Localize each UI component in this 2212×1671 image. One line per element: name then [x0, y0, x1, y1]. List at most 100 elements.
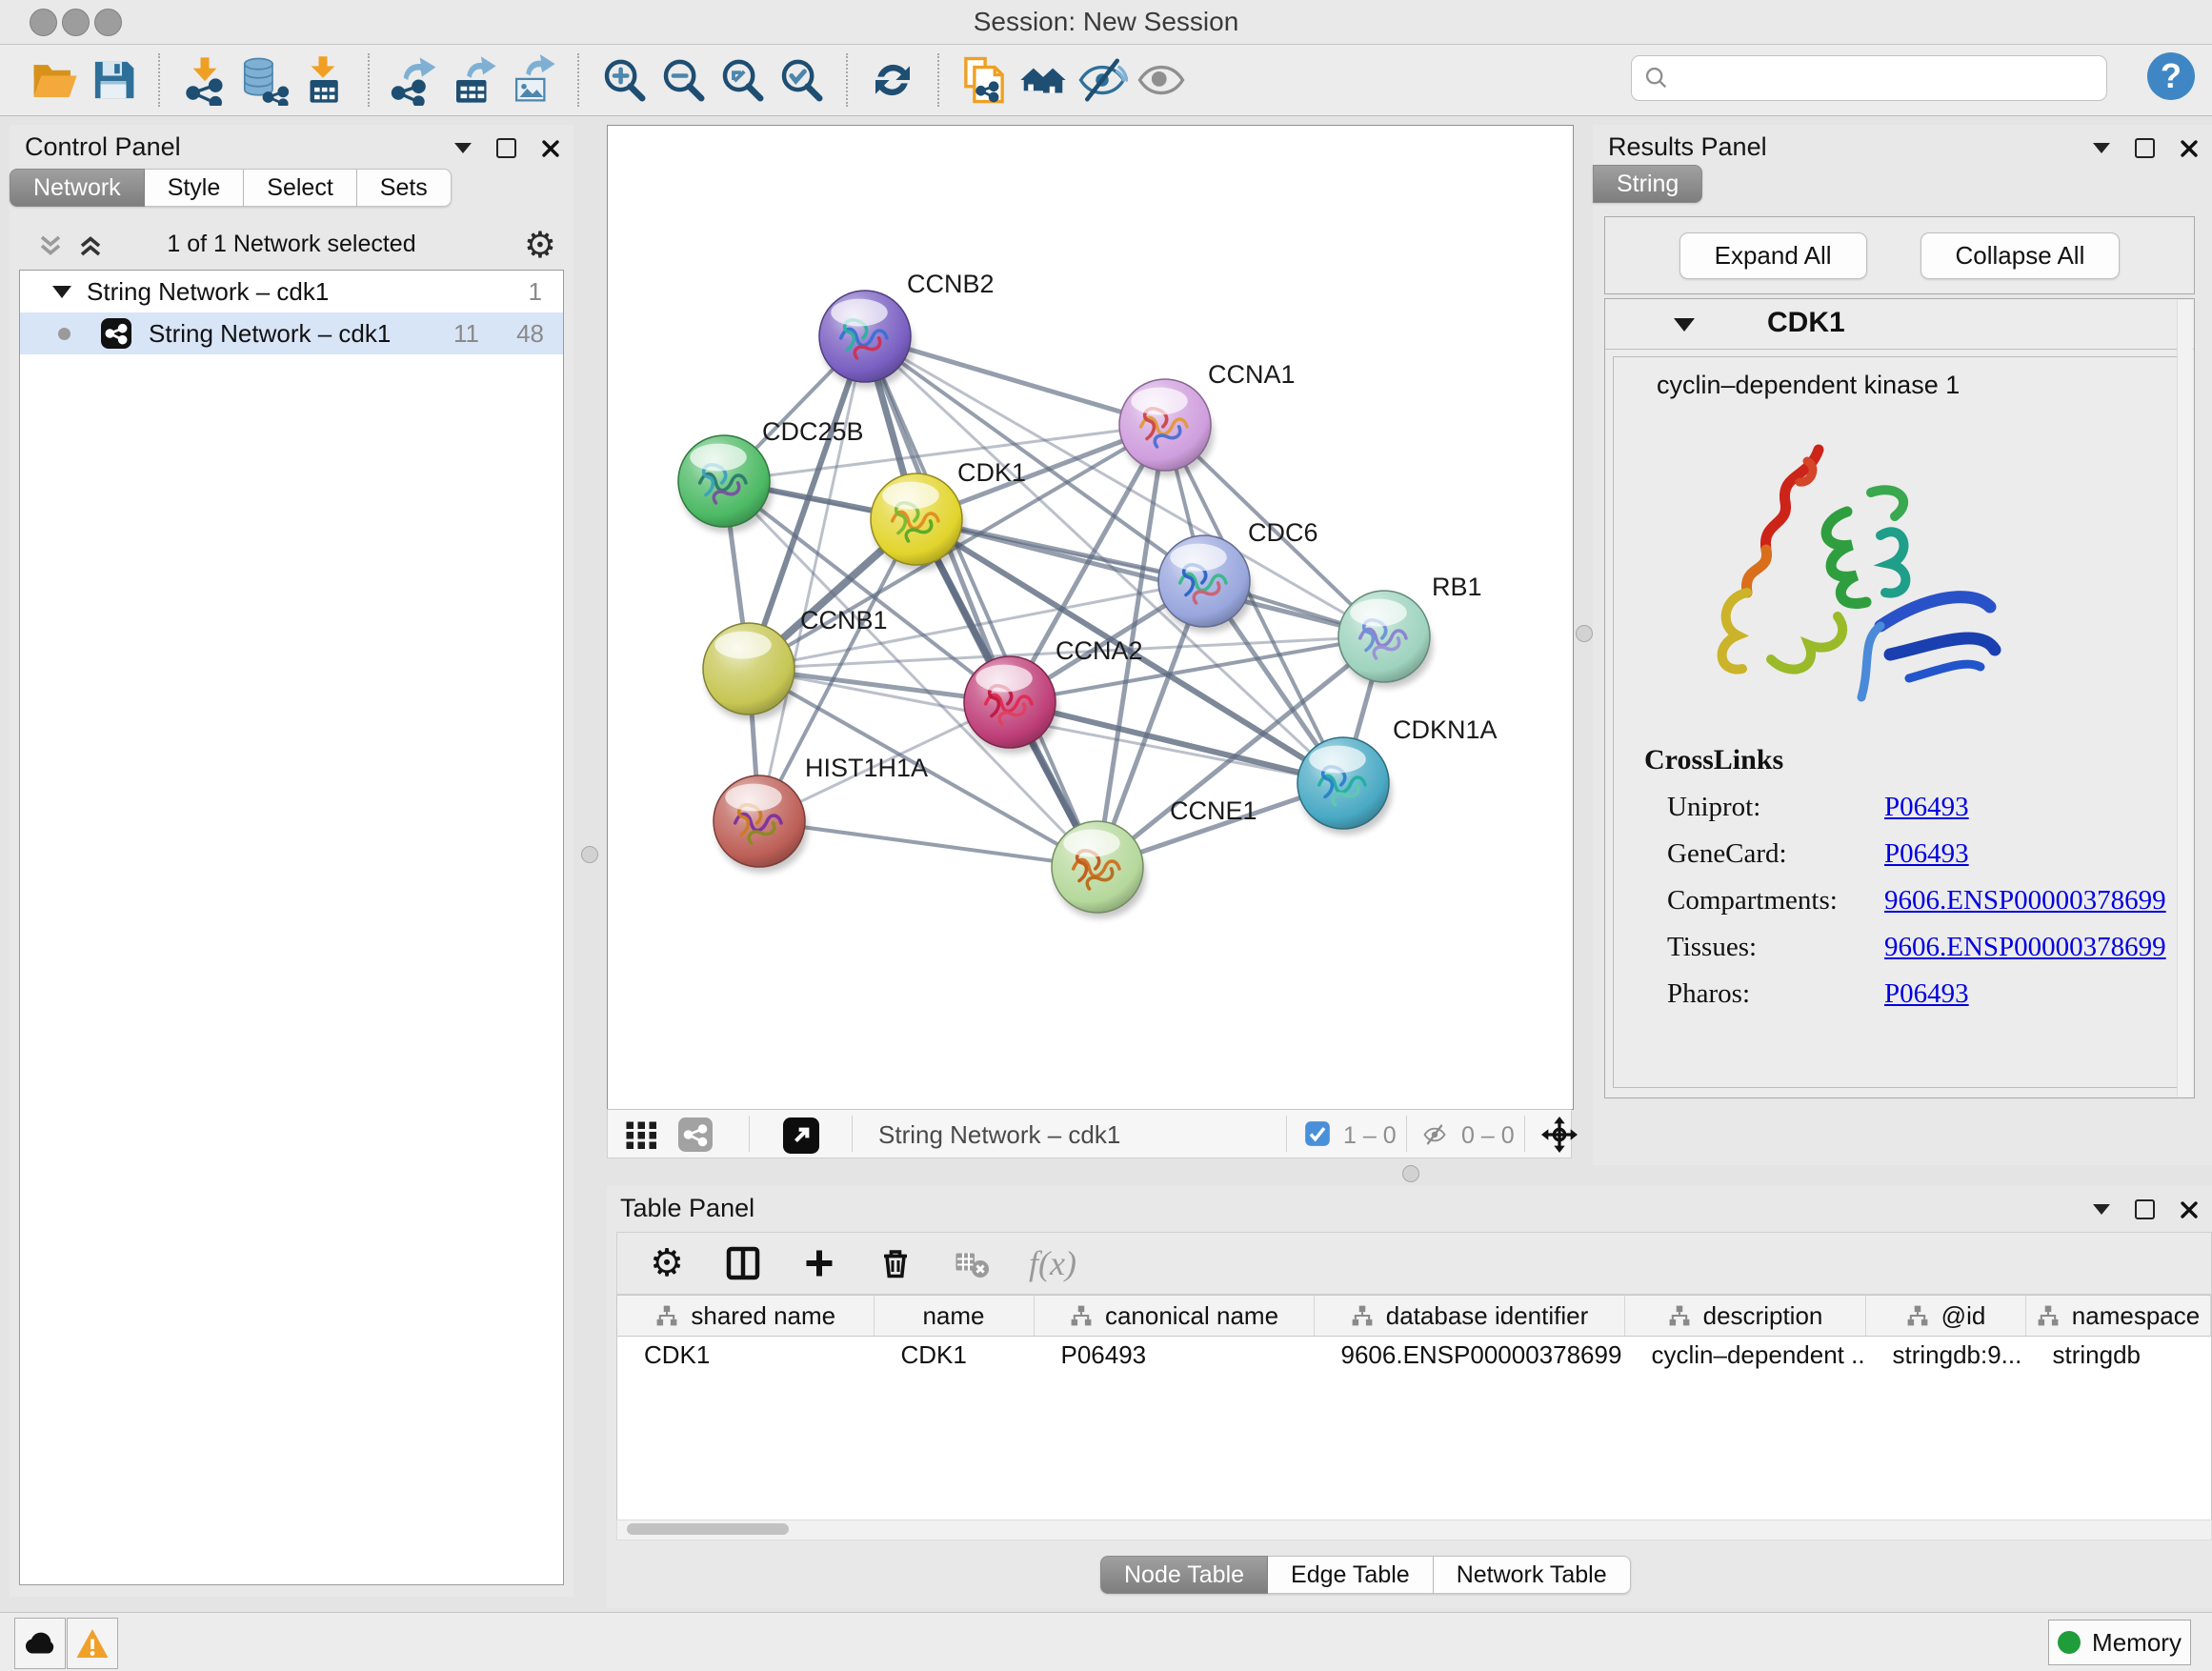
- panel-menu-icon[interactable]: [2093, 143, 2110, 153]
- panel-close-icon[interactable]: [541, 139, 560, 158]
- network-edge[interactable]: [865, 336, 1097, 867]
- fit-content-crosshair-icon[interactable]: [1541, 1117, 1578, 1158]
- birdseye-view-icon[interactable]: [783, 1117, 819, 1158]
- column-header[interactable]: @id: [1865, 1296, 2025, 1337]
- network-node-rb1[interactable]: [1338, 591, 1433, 688]
- tab-style[interactable]: Style: [145, 169, 245, 207]
- network-node-cdc25b[interactable]: [678, 435, 773, 533]
- search-field[interactable]: [1631, 55, 2107, 101]
- import-network-icon: [179, 54, 231, 106]
- bottom-splitter-handle[interactable]: [1402, 1165, 1419, 1182]
- tab-node-table[interactable]: Node Table: [1100, 1556, 1268, 1594]
- hide-selected-button[interactable]: [1073, 50, 1132, 110]
- expand-all-button[interactable]: Expand All: [1679, 232, 1867, 279]
- hidden-eye-slash-icon: [1419, 1121, 1450, 1153]
- crosslink-link[interactable]: 9606.ENSP00000378699: [1884, 932, 2166, 963]
- tab-select[interactable]: Select: [244, 169, 356, 207]
- table-cell: CDK1: [617, 1337, 874, 1374]
- show-all-button[interactable]: [1132, 50, 1191, 110]
- column-header[interactable]: canonical name: [1034, 1296, 1314, 1337]
- network-canvas[interactable]: CCNB2CCNA1CDC25BCDK1CDC6RB1CCNB1CCNA2CDK…: [607, 125, 1574, 1110]
- column-header[interactable]: shared name: [617, 1296, 874, 1337]
- import-network-button[interactable]: [175, 50, 234, 110]
- right-splitter-handle[interactable]: [1576, 625, 1593, 642]
- panel-float-icon[interactable]: [2135, 1199, 2155, 1219]
- crosslink-link[interactable]: 9606.ENSP00000378699: [1884, 885, 2166, 916]
- status-bar: Memory: [0, 1612, 2212, 1671]
- network-share-icon[interactable]: [678, 1117, 713, 1157]
- zoom-out-button[interactable]: [654, 50, 713, 110]
- save-button[interactable]: [84, 50, 143, 110]
- refresh-button[interactable]: [863, 50, 922, 110]
- collection-expand-icon[interactable]: [52, 286, 71, 298]
- import-table-icon: [297, 54, 349, 106]
- panel-close-icon[interactable]: [2180, 1200, 2199, 1219]
- network-node-ccna1[interactable]: [1119, 379, 1214, 476]
- section-collapse-icon[interactable]: [1674, 318, 1695, 332]
- tab-network[interactable]: Network: [10, 169, 145, 207]
- network-node-ccna2[interactable]: [964, 656, 1058, 754]
- table-row[interactable]: CDK1CDK1P064939606.ENSP00000378699cyclin…: [617, 1337, 2210, 1374]
- protein-section-header[interactable]: CDK1: [1605, 299, 2194, 350]
- network-options-gear-icon[interactable]: ⚙: [524, 224, 556, 267]
- network-collection-row[interactable]: String Network – cdk1 1: [20, 271, 563, 312]
- open-folder-button[interactable]: [25, 50, 84, 110]
- network-node-hist1h1a[interactable]: [714, 775, 808, 873]
- left-splitter-handle[interactable]: [581, 846, 598, 863]
- network-node-ccne1[interactable]: [1052, 821, 1146, 918]
- import-table-button[interactable]: [293, 50, 352, 110]
- memory-button[interactable]: Memory: [2048, 1620, 2191, 1665]
- table-tabs: Node TableEdge TableNetwork Table: [1100, 1556, 1631, 1594]
- table-horizontal-scrollbar[interactable]: [616, 1520, 2212, 1540]
- show-columns-icon[interactable]: [724, 1244, 762, 1282]
- help-button[interactable]: ?: [2147, 52, 2195, 100]
- results-scrollbar[interactable]: [2177, 300, 2193, 1097]
- first-neighbors-button[interactable]: [1014, 50, 1073, 110]
- search-input[interactable]: [1670, 64, 2106, 92]
- network-status-dot: [58, 328, 70, 340]
- zoom-in-button[interactable]: [594, 50, 654, 110]
- table-settings-gear-icon[interactable]: ⚙: [648, 1244, 686, 1282]
- crosslink-label: Pharos:: [1644, 978, 1884, 1010]
- scrollbar-thumb[interactable]: [627, 1523, 789, 1535]
- column-header[interactable]: database identifier: [1314, 1296, 1624, 1337]
- panel-close-icon[interactable]: [2180, 139, 2199, 158]
- export-network-button[interactable]: [385, 50, 444, 110]
- panel-float-icon[interactable]: [2135, 138, 2155, 158]
- collapse-all-button[interactable]: Collapse All: [1920, 232, 2121, 279]
- delete-column-trash-icon[interactable]: [876, 1244, 915, 1282]
- function-builder-icon: f(x): [1029, 1243, 1076, 1283]
- node-table[interactable]: shared namenamecanonical namedatabase id…: [616, 1295, 2212, 1520]
- panel-menu-icon[interactable]: [454, 143, 472, 153]
- network-edge[interactable]: [759, 821, 1097, 867]
- tab-network-table[interactable]: Network Table: [1434, 1556, 1631, 1594]
- network-node-cdc6[interactable]: [1158, 535, 1253, 633]
- zoom-selected-button[interactable]: [772, 50, 831, 110]
- network-node-ccnb2[interactable]: [819, 291, 914, 388]
- panel-float-icon[interactable]: [496, 138, 516, 158]
- grid-view-icon[interactable]: [625, 1117, 659, 1157]
- network-row[interactable]: String Network – cdk1 11 48: [20, 312, 563, 354]
- duplicate-network-button[interactable]: [955, 50, 1014, 110]
- network-node-ccnb1[interactable]: [703, 623, 797, 720]
- export-table-button[interactable]: [444, 50, 503, 110]
- column-header[interactable]: namespace: [2025, 1296, 2210, 1337]
- crosslink-link[interactable]: P06493: [1884, 792, 1969, 823]
- export-image-button[interactable]: [503, 50, 562, 110]
- import-database-button[interactable]: [234, 50, 293, 110]
- column-header[interactable]: description: [1624, 1296, 1865, 1337]
- add-column-icon[interactable]: [800, 1244, 838, 1282]
- warnings-button[interactable]: [67, 1618, 118, 1669]
- cloud-status-button[interactable]: [14, 1618, 66, 1669]
- tab-sets[interactable]: Sets: [357, 169, 452, 207]
- zoom-fit-button[interactable]: [713, 50, 772, 110]
- network-node-cdkn1a[interactable]: [1297, 737, 1392, 835]
- crosslink-link[interactable]: P06493: [1884, 838, 1969, 870]
- column-header[interactable]: name: [874, 1296, 1034, 1337]
- tab-string[interactable]: String: [1593, 165, 1702, 203]
- network-node-cdk1[interactable]: [871, 473, 965, 571]
- panel-menu-icon[interactable]: [2093, 1204, 2110, 1215]
- tab-edge-table[interactable]: Edge Table: [1268, 1556, 1434, 1594]
- selected-checkbox-icon[interactable]: [1304, 1120, 1331, 1152]
- crosslink-link[interactable]: P06493: [1884, 978, 1969, 1010]
